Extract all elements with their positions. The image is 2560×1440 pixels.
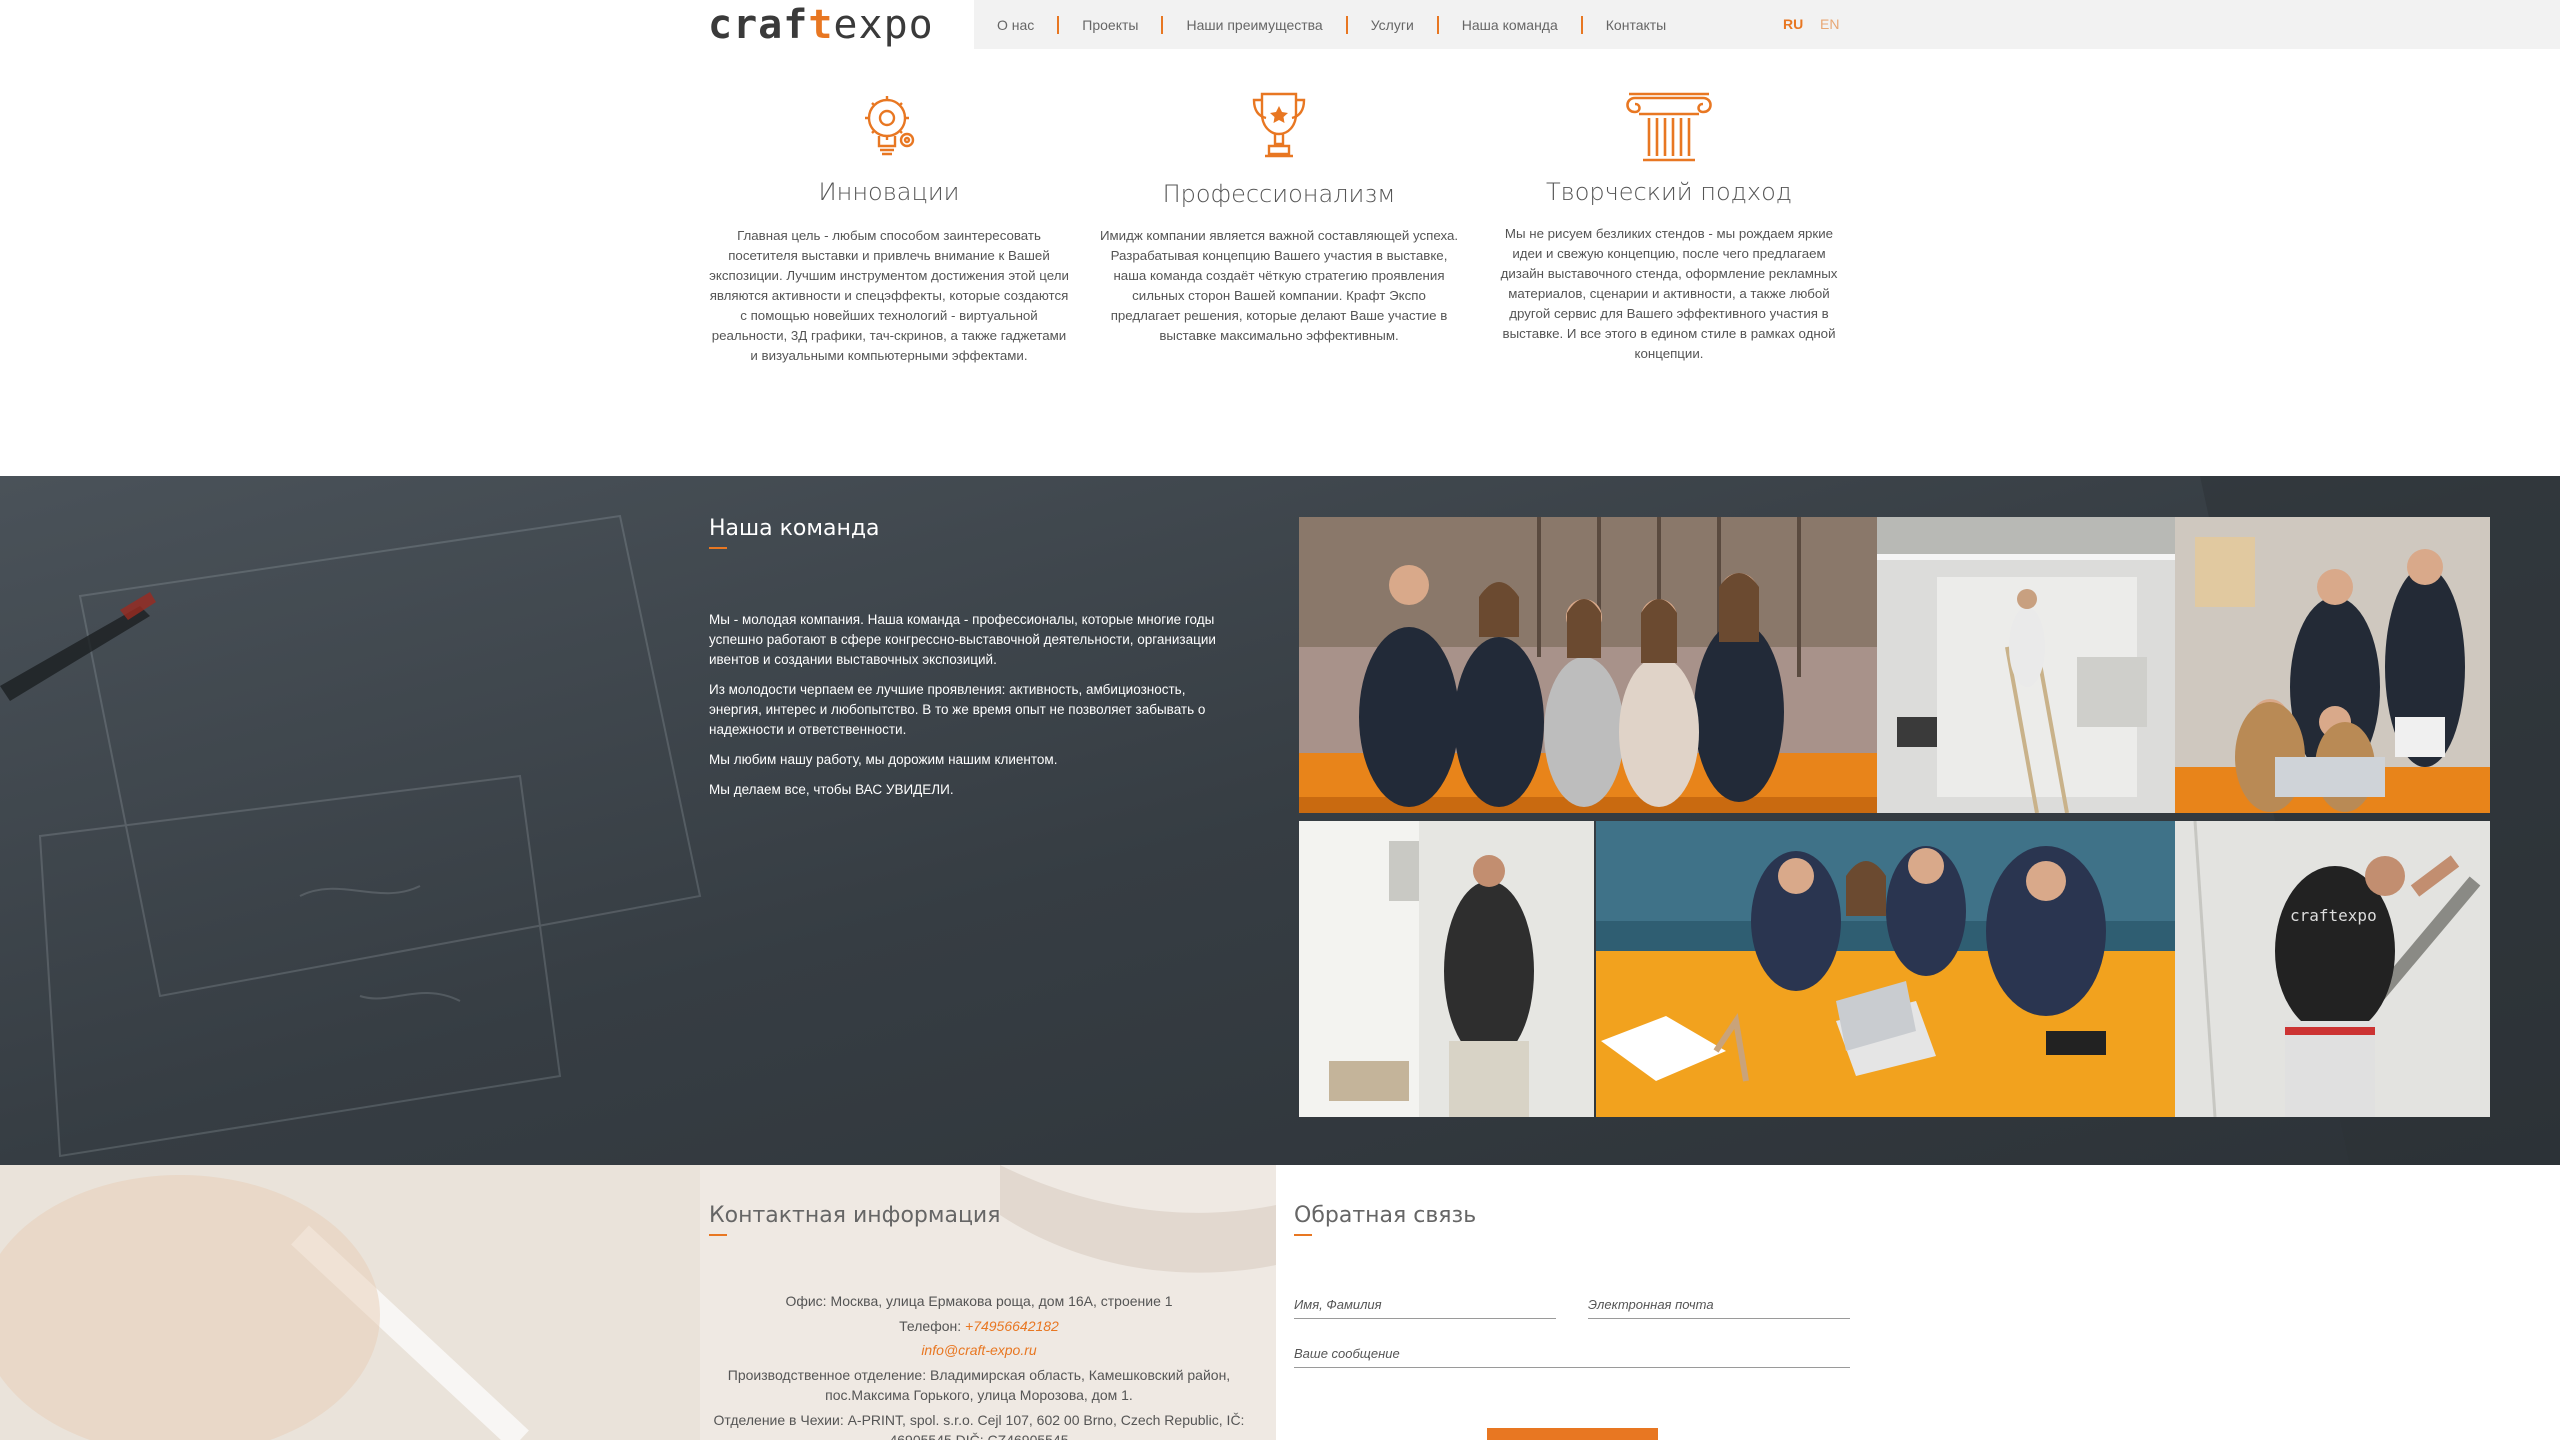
team-paragraph: Мы делаем все, чтобы ВАС УВИДЕЛИ. — [709, 782, 954, 797]
column-icon — [1626, 92, 1712, 162]
team-meeting-photo[interactable] — [1596, 821, 2175, 1117]
shirt-logo-text: craftexpo — [2290, 906, 2377, 925]
nav-contacts[interactable]: Контакты — [1583, 16, 1689, 34]
team-section-title: Наша команда — [709, 516, 880, 549]
nav-services[interactable]: Услуги — [1348, 15, 1439, 34]
office-address: Офис: Москва, улица Ермакова роща, дом 1… — [785, 1293, 1173, 1309]
team-group-photo[interactable] — [1299, 517, 1877, 813]
lang-en-link[interactable]: EN — [1820, 16, 1839, 32]
title-underline — [1294, 1234, 1312, 1236]
team-paragraph: Мы - молодая компания. Наша команда - пр… — [709, 612, 1216, 667]
team-description: Мы - молодая компания. Наша команда - пр… — [709, 610, 1229, 810]
installer-photo[interactable]: craftexpo — [2175, 821, 2490, 1117]
message-input[interactable]: Ваше сообщение — [1294, 1346, 1850, 1368]
craftexpo-logo[interactable]: craf t expo — [708, 2, 934, 48]
logo-part-expo: expo — [833, 2, 934, 48]
trophy-icon — [1252, 92, 1306, 158]
phone-label: Телефон: — [899, 1317, 966, 1334]
feature-description: Главная цель - любым способом заинтересо… — [709, 228, 1069, 363]
logo-part-t: t — [808, 2, 834, 48]
contact-info: Офис: Москва, улица Ермакова роща, дом 1… — [709, 1289, 1249, 1440]
title-underline — [709, 547, 727, 549]
contacts-section: Контактная информация Офис: Москва, улиц… — [0, 1165, 1276, 1440]
submit-button[interactable] — [1487, 1428, 1658, 1440]
feature-description: Мы не рисуем безликих стендов - мы рожда… — [1500, 226, 1838, 361]
feedback-section: Обратная связь Имя, Фамилия Электронная … — [1276, 1165, 2560, 1440]
feature-creative: Творческий подход Мы не рисуем безликих … — [1489, 90, 1849, 390]
feature-description: Имидж компании является важной составляю… — [1099, 228, 1459, 343]
team-section: Наша команда Мы - молодая компания. Наша… — [0, 476, 2560, 1165]
nav-projects[interactable]: Проекты — [1059, 15, 1164, 34]
title-underline — [709, 1234, 727, 1236]
feedback-section-title: Обратная связь — [1294, 1203, 1477, 1236]
lang-ru-link[interactable]: RU — [1783, 16, 1803, 32]
painter-photo[interactable] — [1877, 517, 2175, 813]
nav-about[interactable]: О нас — [974, 15, 1060, 34]
team-paragraph: Мы любим нашу работу, мы дорожим нашим к… — [709, 752, 1058, 767]
feedback-title-text: Обратная связь — [1294, 1203, 1477, 1228]
feature-innovation: Инновации Главная цель - любым способом … — [709, 90, 1069, 390]
contacts-section-title: Контактная информация — [709, 1203, 1001, 1236]
electrician-photo[interactable] — [1299, 821, 1594, 1117]
name-input[interactable]: Имя, Фамилия — [1294, 1297, 1556, 1319]
site-header: craf t expo О нас Проекты Наши преимуществ… — [0, 0, 2560, 49]
phone-line: Телефон: +74956642182 — [709, 1314, 1249, 1339]
feature-title: Профессионализм — [1162, 180, 1396, 208]
nav-advantages[interactable]: Наши преимущества — [1163, 15, 1348, 34]
main-nav: О нас Проекты Наши преимущества Услуги Н… — [974, 0, 1689, 49]
contacts-title-text: Контактная информация — [709, 1203, 1001, 1228]
feature-title: Инновации — [818, 178, 960, 206]
team-paragraph: Из молодости черпаем ее лучшие проявлени… — [709, 682, 1206, 737]
team-title-text: Наша команда — [709, 516, 880, 541]
email-input[interactable]: Электронная почта — [1588, 1297, 1850, 1319]
nav-team[interactable]: Наша команда — [1439, 15, 1583, 34]
logo-part-craft: craf — [708, 2, 809, 48]
feature-title: Творческий подход — [1545, 178, 1793, 206]
lightbulb-gear-icon — [865, 96, 915, 156]
feature-professionalism: Профессионализм Имидж компании является … — [1099, 90, 1459, 390]
laptop-discussion-photo[interactable] — [2175, 517, 2490, 813]
phone-link[interactable]: +74956642182 — [965, 1318, 1059, 1334]
email-link[interactable]: info@craft-expo.ru — [921, 1342, 1036, 1358]
